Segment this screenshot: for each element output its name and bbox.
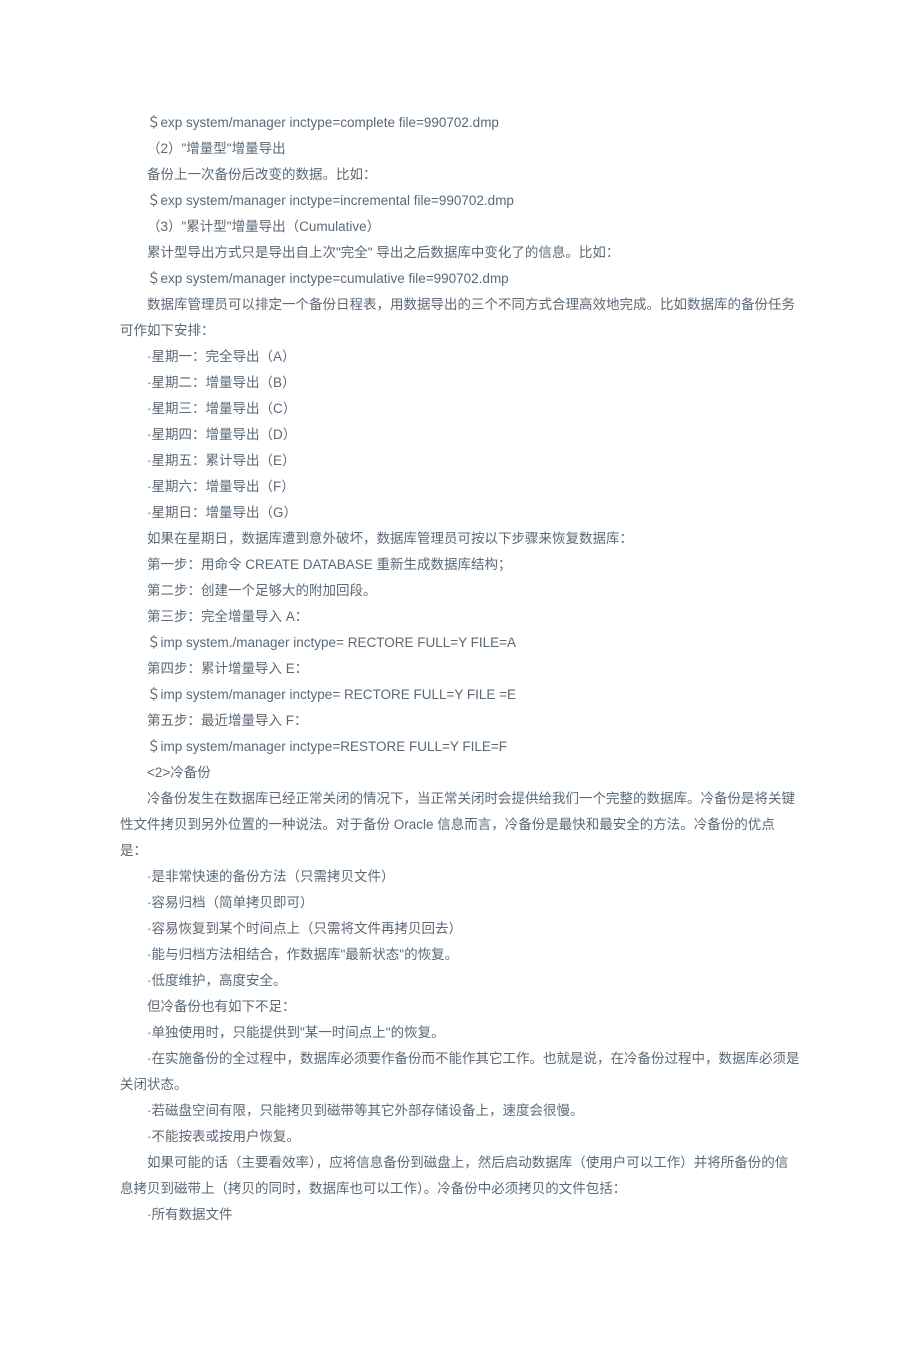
text-line: 累计型导出方式只是导出自上次"完全" 导出之后数据库中变化了的信息。比如： bbox=[120, 240, 800, 266]
text-line: ＄imp system./manager inctype= RECTORE FU… bbox=[120, 630, 800, 656]
text-line: 第五步：最近增量导入 F： bbox=[120, 708, 800, 734]
text-line: ·容易恢复到某个时间点上（只需将文件再拷贝回去） bbox=[120, 916, 800, 942]
text-line: 数据库管理员可以排定一个备份日程表，用数据导出的三个不同方式合理高效地完成。比如… bbox=[120, 292, 800, 344]
text-line: 如果可能的话（主要看效率），应将信息备份到磁盘上，然后启动数据库（使用户可以工作… bbox=[120, 1150, 800, 1202]
text-line: <2>冷备份 bbox=[120, 760, 800, 786]
text-line: ·能与归档方法相结合，作数据库"最新状态"的恢复。 bbox=[120, 942, 800, 968]
text-line: ＄exp system/manager inctype=incremental … bbox=[120, 188, 800, 214]
text-line: ·星期三：增量导出（C） bbox=[120, 396, 800, 422]
text-line: ·星期二：增量导出（B） bbox=[120, 370, 800, 396]
text-line: （2）"增量型"增量导出 bbox=[120, 136, 800, 162]
text-line: ·所有数据文件 bbox=[120, 1202, 800, 1228]
text-line: 第一步：用命令 CREATE DATABASE 重新生成数据库结构； bbox=[120, 552, 800, 578]
text-line: ·单独使用时，只能提供到"某一时间点上"的恢复。 bbox=[120, 1020, 800, 1046]
text-line: 第四步：累计增量导入 E： bbox=[120, 656, 800, 682]
text-line: ·若磁盘空间有限，只能拷贝到磁带等其它外部存储设备上，速度会很慢。 bbox=[120, 1098, 800, 1124]
text-line: 如果在星期日，数据库遭到意外破坏，数据库管理员可按以下步骤来恢复数据库： bbox=[120, 526, 800, 552]
text-line: 备份上一次备份后改变的数据。比如： bbox=[120, 162, 800, 188]
text-line: ·星期日：增量导出（G） bbox=[120, 500, 800, 526]
text-line: ·是非常快速的备份方法（只需拷贝文件） bbox=[120, 864, 800, 890]
text-line: ·容易归档（简单拷贝即可） bbox=[120, 890, 800, 916]
text-line: 第三步：完全增量导入 A： bbox=[120, 604, 800, 630]
text-line: 冷备份发生在数据库已经正常关闭的情况下，当正常关闭时会提供给我们一个完整的数据库… bbox=[120, 786, 800, 864]
text-line: ·星期六：增量导出（F） bbox=[120, 474, 800, 500]
text-line: ·星期一：完全导出（A） bbox=[120, 344, 800, 370]
text-line: 第二步：创建一个足够大的附加回段。 bbox=[120, 578, 800, 604]
text-line: ·在实施备份的全过程中，数据库必须要作备份而不能作其它工作。也就是说，在冷备份过… bbox=[120, 1046, 800, 1098]
text-line: （3）"累计型"增量导出（Cumulative） bbox=[120, 214, 800, 240]
text-line: ·星期五：累计导出（E） bbox=[120, 448, 800, 474]
text-line: ＄imp system/manager inctype=RESTORE FULL… bbox=[120, 734, 800, 760]
text-line: ＄imp system/manager inctype= RECTORE FUL… bbox=[120, 682, 800, 708]
text-line: ·低度维护，高度安全。 bbox=[120, 968, 800, 994]
text-line: ＄exp system/manager inctype=cumulative f… bbox=[120, 266, 800, 292]
text-line: ·星期四：增量导出（D） bbox=[120, 422, 800, 448]
text-line: ＄exp system/manager inctype=complete fil… bbox=[120, 110, 800, 136]
text-line: 但冷备份也有如下不足： bbox=[120, 994, 800, 1020]
document-page: ＄exp system/manager inctype=complete fil… bbox=[0, 0, 920, 1348]
text-line: ·不能按表或按用户恢复。 bbox=[120, 1124, 800, 1150]
